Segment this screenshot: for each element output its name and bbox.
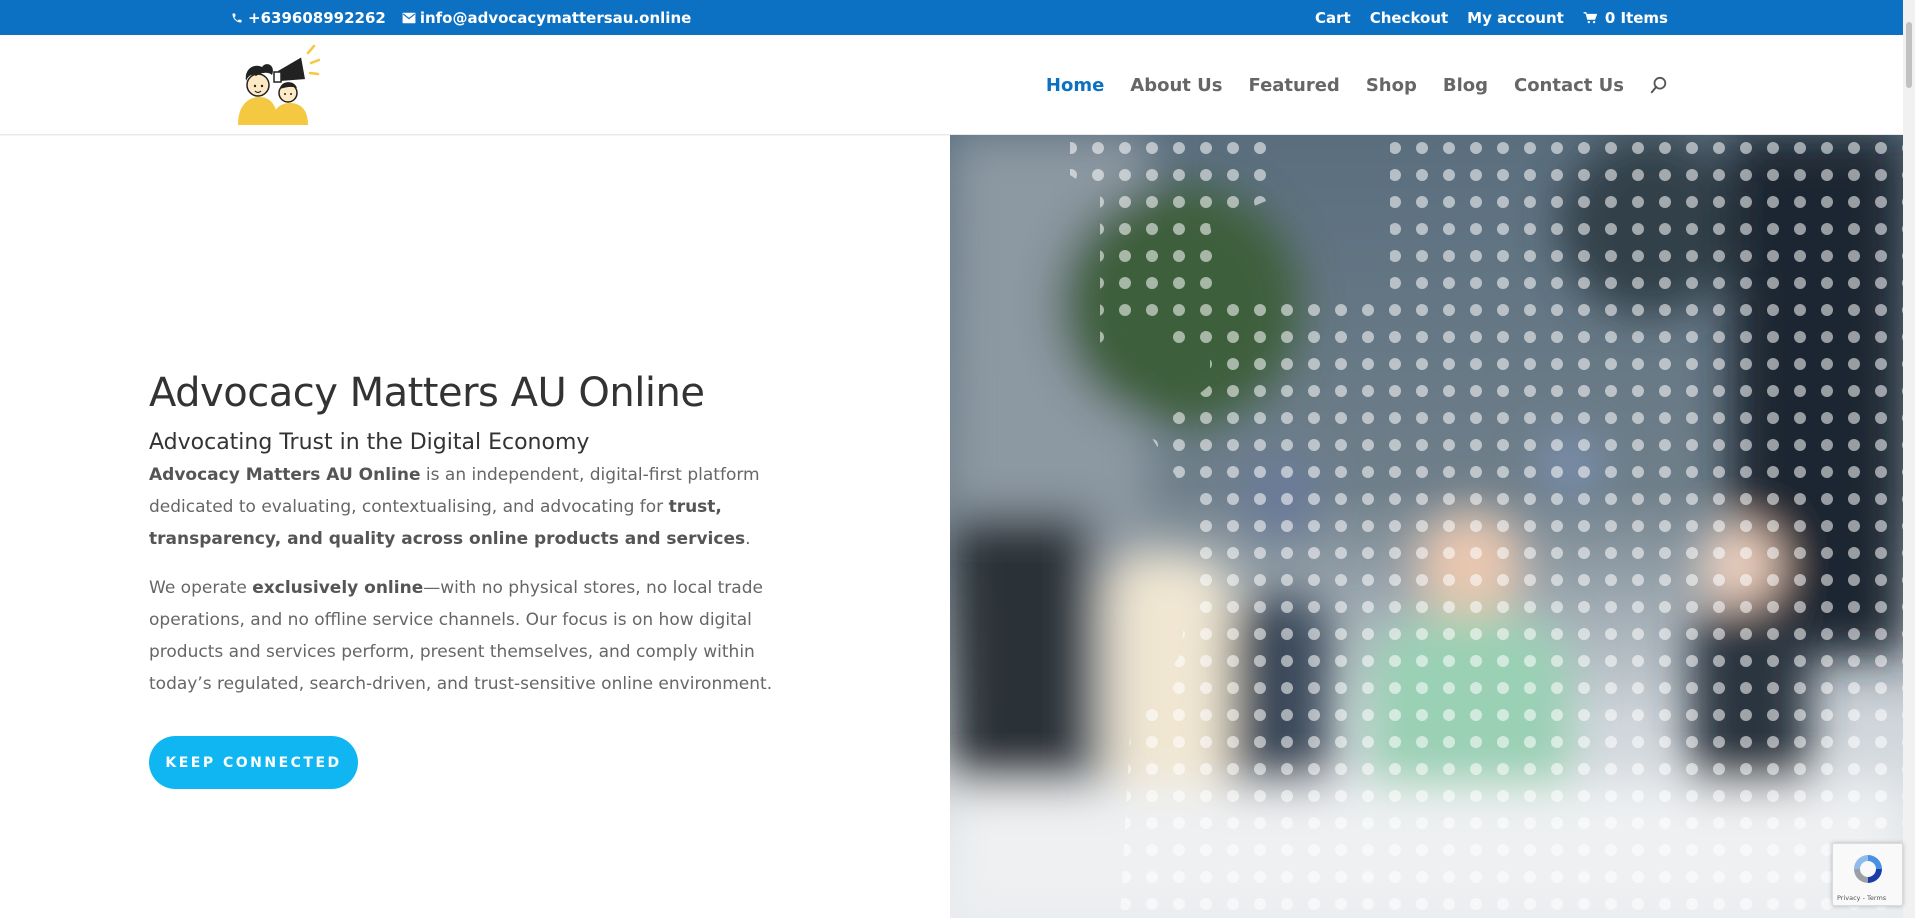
cart-link[interactable]: Cart [1315,9,1351,27]
site-logo[interactable] [234,43,321,127]
nav-featured[interactable]: Featured [1249,75,1340,96]
page: +639608992262 info@advocacymattersau.onl… [0,0,1915,918]
top-bar-account: Cart Checkout My account 0 Items [1315,0,1668,35]
cart-items-count: 0 Items [1604,8,1668,27]
nav-home[interactable]: Home [1046,75,1104,96]
keep-connected-button[interactable]: KEEP CONNECTED [149,736,358,789]
hero-title: Advocacy Matters AU Online [149,370,705,416]
recaptcha-terms[interactable]: Terms [1867,894,1886,902]
main-nav: Home About Us Featured Shop Blog Contact… [1046,35,1668,135]
cart-icon [1583,11,1597,25]
hero-image [950,135,1903,918]
recaptcha-privacy[interactable]: Privacy [1837,894,1861,902]
email-link[interactable]: info@advocacymattersau.online [402,8,692,27]
top-bar: +639608992262 info@advocacymattersau.onl… [0,0,1903,35]
envelope-icon [402,11,416,25]
online-phrase: exclusively online [252,578,424,598]
email-address: info@advocacymattersau.online [419,8,692,27]
nav-blog[interactable]: Blog [1443,75,1488,96]
cart-items-link[interactable]: 0 Items [1583,9,1668,27]
hero-subtitle: Advocating Trust in the Digital Economy [149,430,590,455]
recaptcha-icon [1851,852,1885,891]
recaptcha-links: Privacy - Terms [1837,894,1887,902]
my-account-link[interactable]: My account [1467,9,1564,27]
main-header: Home About Us Featured Shop Blog Contact… [0,35,1903,135]
phone-number: +639608992262 [248,8,386,27]
nav-about-us[interactable]: About Us [1130,75,1222,96]
nav-shop[interactable]: Shop [1366,75,1417,96]
blurred-crowd-photo [950,135,1903,918]
search-icon[interactable] [1650,76,1668,94]
logo-illustration [238,44,321,125]
recaptcha-badge[interactable]: Privacy - Terms [1832,843,1903,906]
hero-paragraph-1: Advocacy Matters AU Online is an indepen… [149,465,760,549]
brand-name: Advocacy Matters AU Online [149,465,421,485]
phone-link[interactable]: +639608992262 [230,9,386,27]
scrollbar-thumb[interactable] [1906,22,1912,88]
hero-text: Advocacy Matters AU Online Advocating Tr… [149,370,799,700]
checkout-link[interactable]: Checkout [1370,9,1448,27]
phone-icon [230,11,244,25]
page-scrollbar[interactable] [1903,0,1915,918]
top-bar-contact: +639608992262 info@advocacymattersau.onl… [230,0,691,35]
nav-contact-us[interactable]: Contact Us [1514,75,1624,96]
hero-paragraph-2: We operate exclusively online—with no ph… [149,578,773,694]
